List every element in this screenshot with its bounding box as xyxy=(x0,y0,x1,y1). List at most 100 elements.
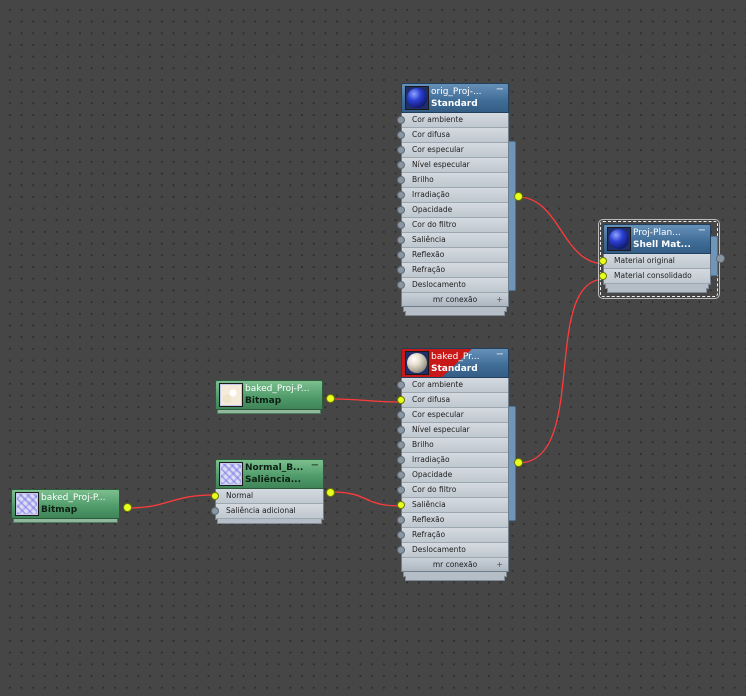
normal-map-thumbnail-icon xyxy=(221,464,241,484)
input-socket[interactable] xyxy=(397,161,405,169)
slot-irradiacao[interactable]: Irradiação xyxy=(397,188,508,203)
slot-saliencia-adicional[interactable]: Saliência adicional xyxy=(211,504,323,519)
input-socket[interactable] xyxy=(397,546,405,554)
node-header[interactable]: baked_Proj-P... Bitmap xyxy=(215,380,323,410)
output-socket[interactable] xyxy=(514,458,523,467)
slot-nivel-especular[interactable]: Nível especular xyxy=(397,158,508,173)
wire-bitmap-to-normal[interactable] xyxy=(126,494,215,509)
input-socket[interactable] xyxy=(397,516,405,524)
input-socket[interactable] xyxy=(397,131,405,139)
slot-cor-ambiente[interactable]: Cor ambiente xyxy=(397,378,508,393)
slot-deslocamento[interactable]: Deslocamento xyxy=(397,543,508,558)
slot-material-consolidado[interactable]: Material consolidado xyxy=(599,269,710,284)
input-socket-connected[interactable] xyxy=(599,257,607,265)
slot-list: Material original Material consolidado xyxy=(599,254,711,285)
input-socket[interactable] xyxy=(397,281,405,289)
input-socket[interactable] xyxy=(397,221,405,229)
node-type: Standard xyxy=(431,99,478,109)
node-name: Proj-Plan... xyxy=(633,228,681,238)
wire-baked-to-shell-baked[interactable] xyxy=(517,278,606,464)
mr-connection-rollout[interactable]: mr conexão + xyxy=(402,558,508,571)
slot-cor-difusa[interactable]: Cor difusa xyxy=(397,393,508,408)
slot-saliencia[interactable]: Saliência xyxy=(397,233,508,248)
input-socket[interactable] xyxy=(397,531,405,539)
input-socket[interactable] xyxy=(397,251,405,259)
collapse-button[interactable]: − xyxy=(496,350,504,360)
slot-brilho[interactable]: Brilho xyxy=(397,173,508,188)
slot-opacidade[interactable]: Opacidade xyxy=(397,468,508,483)
slot-saliencia[interactable]: Saliência xyxy=(397,498,508,513)
slot-nivel-especular[interactable]: Nível especular xyxy=(397,423,508,438)
slot-refracao[interactable]: Refração xyxy=(397,528,508,543)
output-socket[interactable] xyxy=(514,192,523,201)
node-header[interactable]: orig_Proj-... Standard − xyxy=(401,83,509,113)
texture-preview xyxy=(15,492,39,516)
input-socket-connected[interactable] xyxy=(211,492,219,500)
mr-connection-rollout[interactable]: mr conexão + xyxy=(402,293,508,306)
collapse-button[interactable]: − xyxy=(311,461,319,471)
input-socket[interactable] xyxy=(397,471,405,479)
expand-button[interactable]: + xyxy=(496,558,503,571)
slot-material-original[interactable]: Material original xyxy=(599,254,710,269)
output-socket[interactable] xyxy=(326,488,335,497)
slot-deslocamento[interactable]: Deslocamento xyxy=(397,278,508,293)
input-socket[interactable] xyxy=(397,426,405,434)
wire-orig-to-shell-original[interactable] xyxy=(517,196,606,265)
slot-cor-especular[interactable]: Cor especular xyxy=(397,143,508,158)
node-orig-standard[interactable]: orig_Proj-... Standard − Cor ambiente Co… xyxy=(397,83,523,316)
node-normal-bump[interactable]: Normal_B... Saliência... − Normal Saliên… xyxy=(211,459,335,529)
output-socket[interactable] xyxy=(123,503,132,512)
input-socket[interactable] xyxy=(397,176,405,184)
slot-cor-do-filtro[interactable]: Cor do filtro xyxy=(397,483,508,498)
slot-cor-ambiente[interactable]: Cor ambiente xyxy=(397,113,508,128)
slot-reflexao[interactable]: Reflexão xyxy=(397,513,508,528)
material-preview xyxy=(405,86,429,110)
input-socket[interactable] xyxy=(397,146,405,154)
input-socket[interactable] xyxy=(211,507,219,515)
input-socket[interactable] xyxy=(397,116,405,124)
slot-opacidade[interactable]: Opacidade xyxy=(397,203,508,218)
input-socket[interactable] xyxy=(397,266,405,274)
input-socket-connected[interactable] xyxy=(397,396,405,404)
blue-sphere-icon xyxy=(609,229,629,249)
slot-list: Cor ambiente Cor difusa Cor especular Ní… xyxy=(397,113,509,307)
slot-cor-do-filtro[interactable]: Cor do filtro xyxy=(397,218,508,233)
input-socket[interactable] xyxy=(397,236,405,244)
input-socket[interactable] xyxy=(397,206,405,214)
slot-refracao[interactable]: Refração xyxy=(397,263,508,278)
slot-cor-especular[interactable]: Cor especular xyxy=(397,408,508,423)
input-socket-connected[interactable] xyxy=(599,272,607,280)
bitmap-thumbnail-icon xyxy=(221,385,241,405)
node-shell-material[interactable]: Proj-Plan... Shell Mat... − Material ori… xyxy=(598,219,730,300)
node-header[interactable]: baked_Proj-P... Bitmap xyxy=(11,489,120,519)
input-socket[interactable] xyxy=(397,411,405,419)
input-socket-connected[interactable] xyxy=(397,501,405,509)
slot-normal[interactable]: Normal xyxy=(211,489,323,504)
slot-reflexao[interactable]: Reflexão xyxy=(397,248,508,263)
node-bitmap-normal[interactable]: baked_Proj-P... Bitmap xyxy=(11,489,133,529)
input-socket[interactable] xyxy=(397,191,405,199)
node-header[interactable]: baked_Pr... Standard − xyxy=(401,348,509,378)
node-bitmap-diffuse[interactable]: baked_Proj-P... Bitmap xyxy=(215,380,335,416)
wire-bitmap-to-diffuse[interactable] xyxy=(329,398,402,403)
slot-irradiacao[interactable]: Irradiação xyxy=(397,453,508,468)
collapse-button[interactable]: − xyxy=(698,226,706,236)
node-baked-standard[interactable]: baked_Pr... Standard − Cor ambiente Cor … xyxy=(397,348,523,581)
output-socket[interactable] xyxy=(716,254,725,263)
input-socket[interactable] xyxy=(397,456,405,464)
input-socket[interactable] xyxy=(397,381,405,389)
connection-wires xyxy=(126,196,606,509)
node-stack-edge xyxy=(217,519,322,524)
node-header[interactable]: Proj-Plan... Shell Mat... − xyxy=(603,224,711,254)
slot-brilho[interactable]: Brilho xyxy=(397,438,508,453)
input-socket[interactable] xyxy=(397,441,405,449)
input-socket[interactable] xyxy=(397,486,405,494)
node-stack-edge xyxy=(405,311,505,316)
expand-button[interactable]: + xyxy=(496,293,503,306)
slot-list: Normal Saliência adicional xyxy=(211,489,324,520)
wire-normal-to-bump[interactable] xyxy=(330,491,402,507)
output-socket[interactable] xyxy=(326,394,335,403)
node-header[interactable]: Normal_B... Saliência... − xyxy=(215,459,324,489)
collapse-button[interactable]: − xyxy=(496,85,504,95)
slot-cor-difusa[interactable]: Cor difusa xyxy=(397,128,508,143)
